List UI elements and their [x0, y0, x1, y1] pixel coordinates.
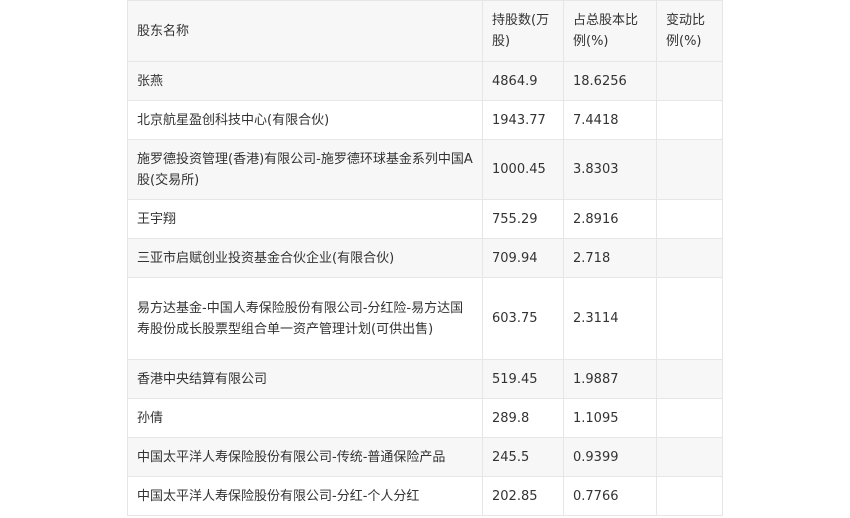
cell-change-ratio: [656, 139, 723, 200]
cell-shares: 245.5: [482, 437, 564, 477]
table-row: 香港中央结算有限公司 519.45 1.9887: [127, 359, 723, 399]
table-row: 王宇翔 755.29 2.8916: [127, 199, 723, 239]
table-row: 三亚市启赋创业投资基金合伙企业(有限合伙) 709.94 2.718: [127, 238, 723, 278]
header-change-ratio: 变动比例(%): [656, 0, 723, 62]
cell-shares: 4864.9: [482, 61, 564, 101]
cell-shares: 519.45: [482, 359, 564, 399]
cell-shares: 289.8: [482, 398, 564, 438]
cell-shareholder-name: 三亚市启赋创业投资基金合伙企业(有限合伙): [127, 238, 483, 278]
cell-shareholder-name: 孙倩: [127, 398, 483, 438]
table-header: 股东名称 持股数(万股) 占总股本比例(%) 变动比例(%): [127, 0, 723, 62]
cell-change-ratio: [656, 476, 723, 516]
table-row: 北京航星盈创科技中心(有限合伙) 1943.77 7.4418: [127, 100, 723, 140]
table-row: 张燕 4864.9 18.6256: [127, 61, 723, 101]
table-row: 易方达基金-中国人寿保险股份有限公司-分红险-易方达国寿股份成长股票型组合单一资…: [127, 277, 723, 360]
cell-change-ratio: [656, 238, 723, 278]
shareholder-table: 股东名称 持股数(万股) 占总股本比例(%) 变动比例(%) 张燕 4864.9…: [127, 0, 723, 516]
cell-shares: 755.29: [482, 199, 564, 239]
cell-shareholder-name: 北京航星盈创科技中心(有限合伙): [127, 100, 483, 140]
cell-share-ratio: 2.718: [563, 238, 657, 278]
cell-shareholder-name: 王宇翔: [127, 199, 483, 239]
cell-shares: 1000.45: [482, 139, 564, 200]
cell-shares: 1943.77: [482, 100, 564, 140]
table-row: 施罗德投资管理(香港)有限公司-施罗德环球基金系列中国A股(交易所) 1000.…: [127, 139, 723, 200]
cell-change-ratio: [656, 199, 723, 239]
header-shareholder-name: 股东名称: [127, 0, 483, 62]
cell-change-ratio: [656, 398, 723, 438]
cell-shareholder-name: 香港中央结算有限公司: [127, 359, 483, 399]
cell-shareholder-name: 中国太平洋人寿保险股份有限公司-传统-普通保险产品: [127, 437, 483, 477]
cell-share-ratio: 0.7766: [563, 476, 657, 516]
table-row: 孙倩 289.8 1.1095: [127, 398, 723, 438]
cell-shares: 202.85: [482, 476, 564, 516]
table-row: 中国太平洋人寿保险股份有限公司-分红-个人分红 202.85 0.7766: [127, 476, 723, 516]
cell-share-ratio: 0.9399: [563, 437, 657, 477]
cell-shareholder-name: 中国太平洋人寿保险股份有限公司-分红-个人分红: [127, 476, 483, 516]
cell-share-ratio: 2.3114: [563, 277, 657, 360]
cell-change-ratio: [656, 100, 723, 140]
cell-share-ratio: 2.8916: [563, 199, 657, 239]
header-shares: 持股数(万股): [482, 0, 564, 62]
table-row: 中国太平洋人寿保险股份有限公司-传统-普通保险产品 245.5 0.9399: [127, 437, 723, 477]
cell-shares: 603.75: [482, 277, 564, 360]
cell-share-ratio: 7.4418: [563, 100, 657, 140]
header-share-ratio: 占总股本比例(%): [563, 0, 657, 62]
table-body: 张燕 4864.9 18.6256 北京航星盈创科技中心(有限合伙) 1943.…: [127, 61, 723, 516]
cell-share-ratio: 18.6256: [563, 61, 657, 101]
cell-shareholder-name: 易方达基金-中国人寿保险股份有限公司-分红险-易方达国寿股份成长股票型组合单一资…: [127, 277, 483, 360]
cell-change-ratio: [656, 437, 723, 477]
cell-share-ratio: 3.8303: [563, 139, 657, 200]
cell-shares: 709.94: [482, 238, 564, 278]
cell-shareholder-name: 张燕: [127, 61, 483, 101]
cell-share-ratio: 1.1095: [563, 398, 657, 438]
cell-shareholder-name: 施罗德投资管理(香港)有限公司-施罗德环球基金系列中国A股(交易所): [127, 139, 483, 200]
cell-change-ratio: [656, 61, 723, 101]
cell-change-ratio: [656, 359, 723, 399]
cell-share-ratio: 1.9887: [563, 359, 657, 399]
cell-change-ratio: [656, 277, 723, 360]
header-row: 股东名称 持股数(万股) 占总股本比例(%) 变动比例(%): [127, 0, 723, 62]
shareholder-table-container: 股东名称 持股数(万股) 占总股本比例(%) 变动比例(%) 张燕 4864.9…: [127, 0, 723, 516]
